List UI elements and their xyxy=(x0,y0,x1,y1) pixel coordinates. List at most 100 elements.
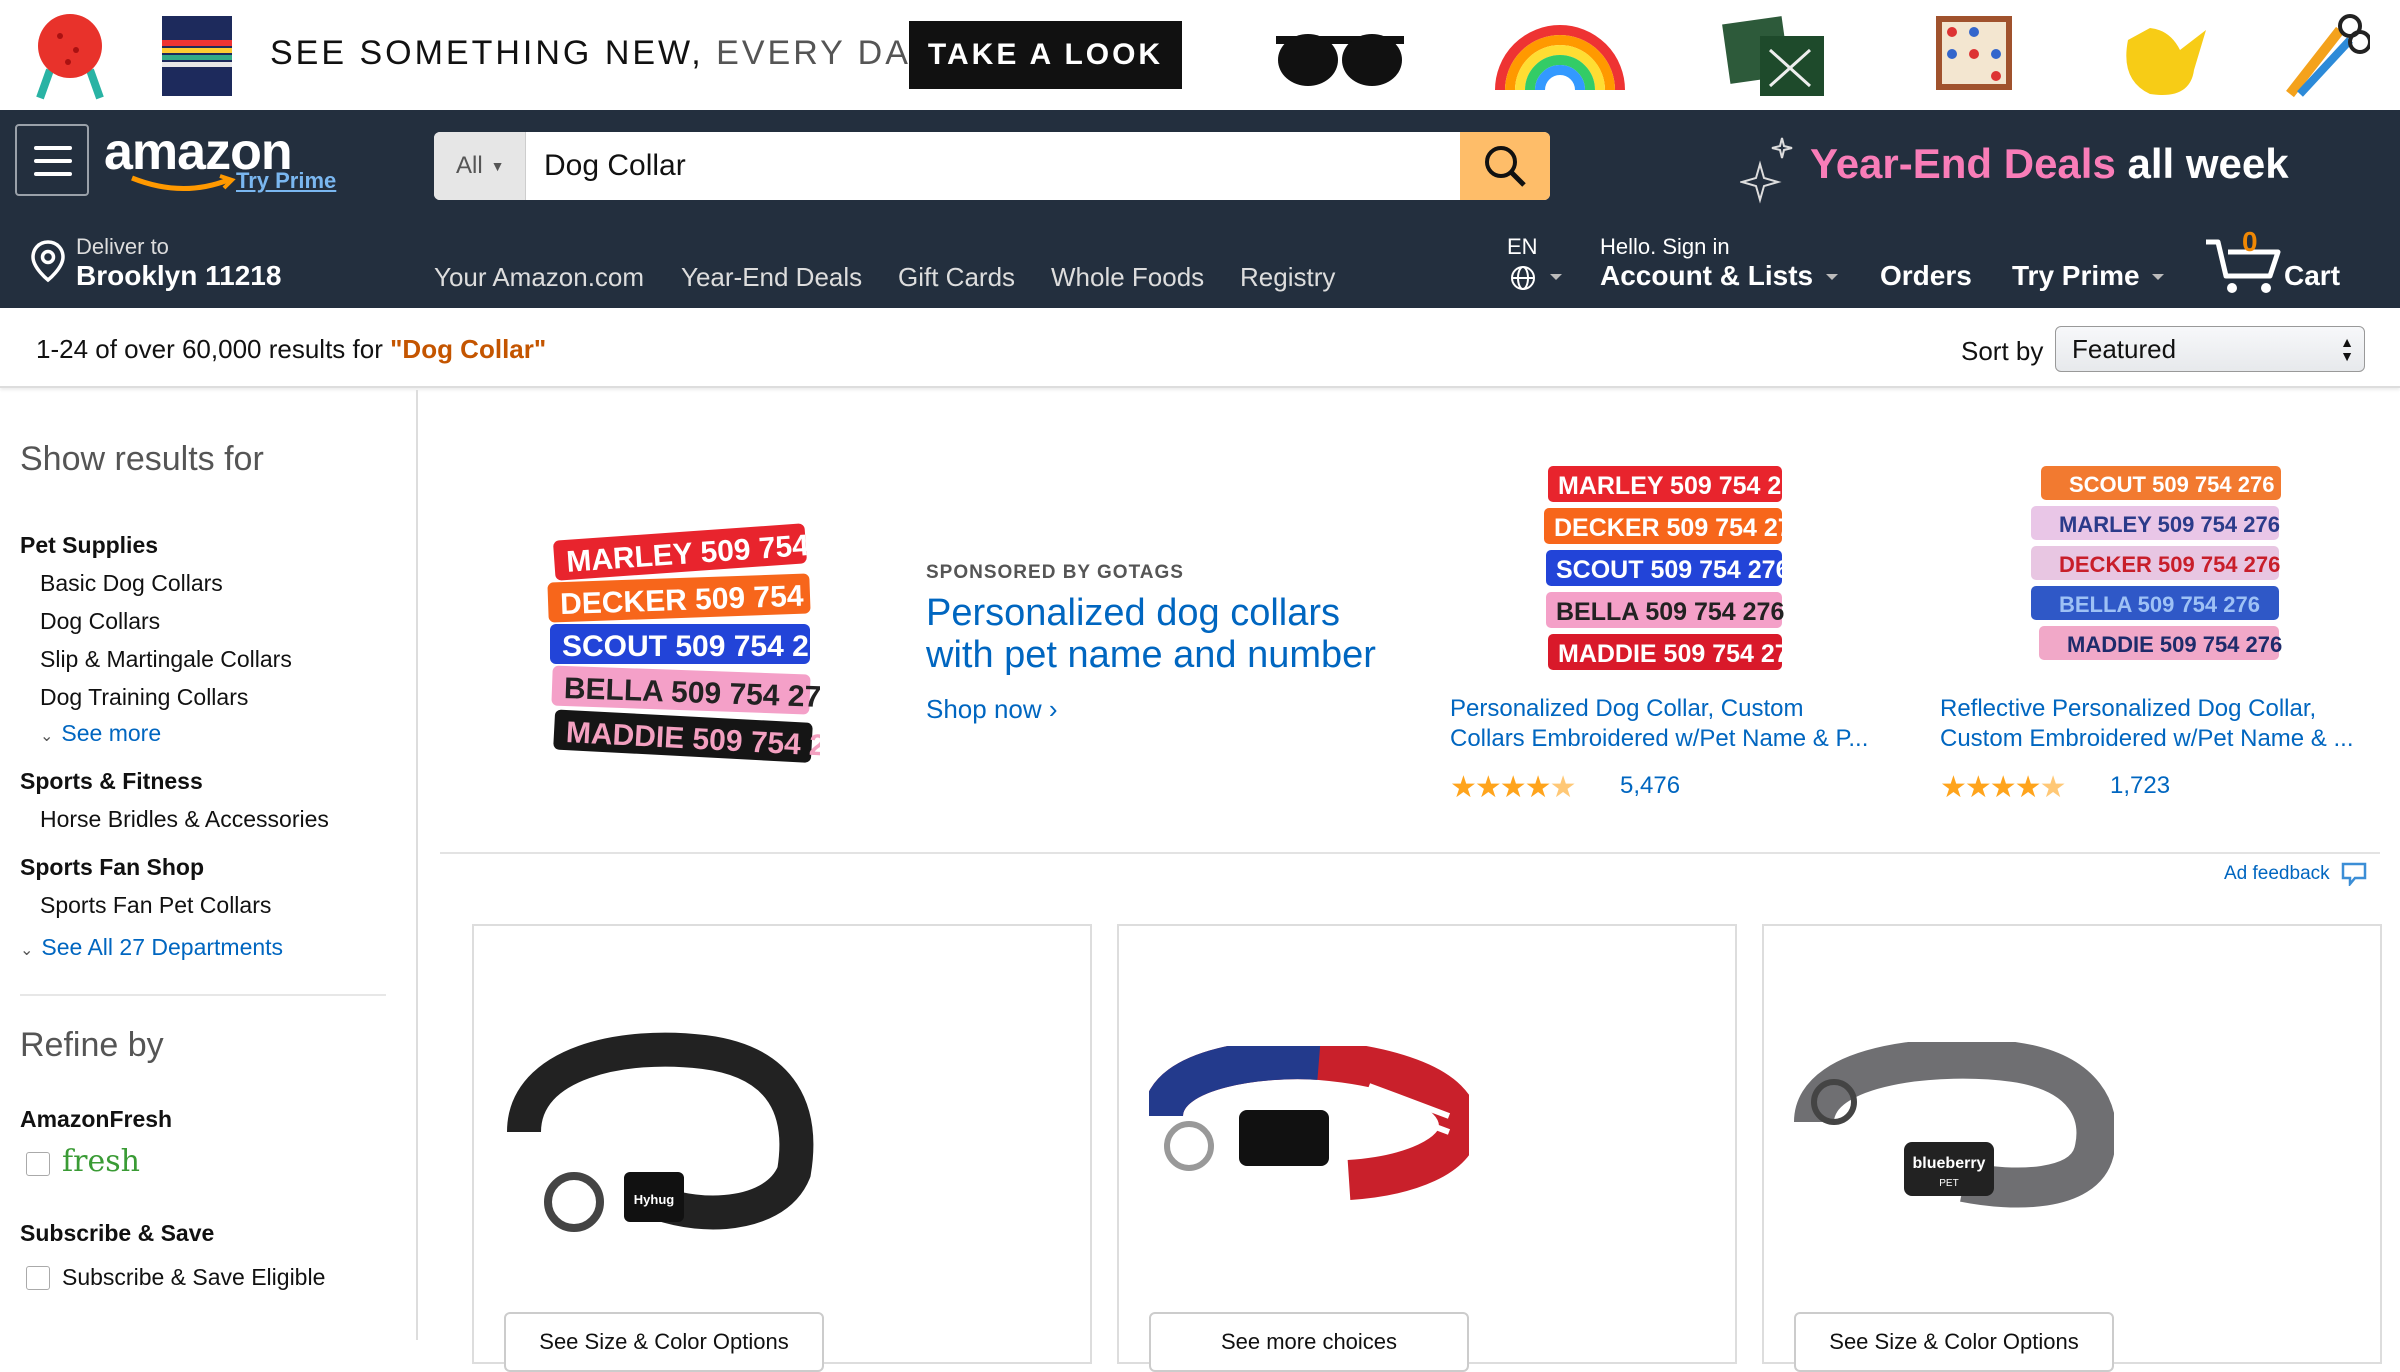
ad-headline[interactable]: Personalized dog collars with pet name an… xyxy=(926,592,1376,676)
collar-label: MADDIE 509 754 276 xyxy=(2067,632,2282,657)
hello-sign-in: Hello. Sign in xyxy=(1600,234,1730,259)
chevron-down-icon: ⌄ xyxy=(40,728,54,745)
sports-fitness-heading[interactable]: Sports & Fitness xyxy=(20,768,203,795)
filter-basic-dog-collars[interactable]: Basic Dog Collars xyxy=(40,570,223,597)
nav-year-end-deals[interactable]: Year-End Deals xyxy=(681,262,862,293)
refine-by-heading: Refine by xyxy=(20,1026,164,1064)
account-lists-menu[interactable]: Account & Lists xyxy=(1600,260,1813,292)
product-image-flag-collar[interactable] xyxy=(1149,1046,1469,1206)
sports-fan-shop-heading[interactable]: Sports Fan Shop xyxy=(20,854,204,881)
more-choices-button[interactable]: See more choices xyxy=(1149,1312,1469,1372)
ad-product-title-2[interactable]: Reflective Personalized Dog Collar, Custo… xyxy=(1940,694,2380,754)
size-color-options-button[interactable]: See Size & Color Options xyxy=(1794,1312,2114,1372)
collar-label: MARLEY 509 754 276 xyxy=(2059,512,2280,537)
amazonfresh-heading: AmazonFresh xyxy=(20,1106,173,1132)
search-button[interactable] xyxy=(1460,132,1550,200)
review-count-2[interactable]: 1,723 xyxy=(2110,772,2170,800)
ad-product-image-2[interactable]: SCOUT 509 754 276 MARLEY 509 754 276 DEC… xyxy=(2025,458,2295,678)
sort-by-label: Sort by xyxy=(1961,336,2044,366)
pet-supplies-heading[interactable]: Pet Supplies xyxy=(20,532,158,559)
show-results-heading: Show results for xyxy=(20,440,264,478)
collar-label: MARLEY 509 754 276 xyxy=(1558,472,1790,500)
cart-count-badge: 0 xyxy=(2242,226,2258,257)
pillows-icon xyxy=(1722,16,1824,96)
speech-bubble-icon xyxy=(2341,862,2367,888)
cart-link[interactable]: Cart xyxy=(2284,260,2340,292)
nav-registry[interactable]: Registry xyxy=(1240,262,1335,293)
product-image-gray-collar[interactable]: blueberry PET xyxy=(1794,1042,2114,1212)
search-category-dropdown[interactable]: All ▼ xyxy=(434,132,526,200)
subscribe-save-eligible-label[interactable]: Subscribe & Save Eligible xyxy=(62,1264,325,1291)
brand-sub-label: PET xyxy=(1939,1178,1958,1189)
filter-horse-bridles[interactable]: Horse Bridles & Accessories xyxy=(40,806,329,833)
sponsored-collars-image[interactable]: MARLEY 509 754 276 DECKER 509 754 276 SC… xyxy=(540,520,820,770)
sort-select[interactable]: Featured ▲ ▼ xyxy=(2055,326,2365,372)
product-card-2[interactable]: See more choices xyxy=(1117,924,1737,1372)
ad-feedback-link[interactable]: Ad feedback xyxy=(2224,862,2367,888)
try-prime-link[interactable]: Try Prime xyxy=(236,168,336,194)
results-info-bar: 1-24 of over 60,000 results for "Dog Col… xyxy=(0,308,2400,388)
results-count: 1-24 of over 60,000 results for "Dog Col… xyxy=(36,334,547,364)
collar-label: MADDIE 509 754 276 xyxy=(1558,640,1790,668)
collar-label: SCOUT 509 754 276 xyxy=(2069,472,2274,497)
connect-four-game-icon xyxy=(1936,16,2012,90)
collar-label: BELLA 509 754 276 xyxy=(2059,592,2260,617)
nav-your-amazon[interactable]: Your Amazon.com xyxy=(434,262,644,293)
promo-tagline: SEE SOMETHING NEW, EVERY DAY. xyxy=(270,34,943,72)
product-card-1[interactable]: Hyhug See Size & Color Options xyxy=(472,924,1092,1372)
brand-label: blueberry xyxy=(1913,1155,1986,1172)
site-header: amazon Try Prime All▼ Year-End Deals all… xyxy=(0,110,2400,308)
promo-banner[interactable]: SEE SOMETHING NEW, EVERY DAY. TAKE A LOO… xyxy=(0,0,2400,110)
star-rating-2[interactable]: ★★★★★ xyxy=(1940,770,2066,805)
review-count-1[interactable]: 5,476 xyxy=(1620,772,1680,800)
year-end-deals-banner[interactable]: Year-End Deals all week xyxy=(1810,140,2289,188)
fresh-logo[interactable]: fresh xyxy=(62,1144,140,1179)
product-card-3[interactable]: blueberry PET See Size & Color Options xyxy=(1762,924,2382,1372)
nav-gift-cards[interactable]: Gift Cards xyxy=(898,262,1015,293)
take-a-look-button[interactable]: TAKE A LOOK xyxy=(909,21,1182,89)
deliver-location[interactable]: Brooklyn 11218 xyxy=(76,260,281,292)
search-icon xyxy=(1485,146,1526,187)
collar-label: DECKER 509 754 276 xyxy=(2059,552,2280,577)
filter-sports-fan-pet-collars[interactable]: Sports Fan Pet Collars xyxy=(40,892,271,919)
sunglasses-icon xyxy=(1276,34,1404,86)
collar-label: DECKER 509 754 276 xyxy=(1554,514,1790,542)
collar-label: SCOUT 509 754 276 xyxy=(562,630,820,663)
rainbow-icon xyxy=(1495,25,1625,91)
orders-link[interactable]: Orders xyxy=(1880,260,1972,292)
see-all-departments-link[interactable]: ⌄ See All 27 Departments xyxy=(20,934,283,961)
globe-icon xyxy=(1511,266,1535,290)
nav-whole-foods[interactable]: Whole Foods xyxy=(1051,262,1204,293)
sponsored-label: SPONSORED BY GOTAGS xyxy=(926,562,1184,583)
product-image-black-collar[interactable]: Hyhug xyxy=(504,1022,824,1242)
ad-product-image-1[interactable]: MARLEY 509 754 276 DECKER 509 754 276 SC… xyxy=(1540,458,1790,678)
updown-arrow-icon: ▲ ▼ xyxy=(2340,334,2354,364)
sparkle-icon xyxy=(1740,137,1793,204)
collar-label: BELLA 509 754 276 xyxy=(1556,598,1784,626)
hamburger-menu-button[interactable] xyxy=(15,124,89,196)
size-color-options-button[interactable]: See Size & Color Options xyxy=(504,1312,824,1372)
location-pin-icon xyxy=(31,240,65,283)
filter-dog-training-collars[interactable]: Dog Training Collars xyxy=(40,684,248,711)
brand-label: Hyhug xyxy=(634,1192,675,1207)
language-code[interactable]: EN xyxy=(1507,234,1538,260)
red-ball-toy-icon xyxy=(36,14,104,100)
chevron-down-icon xyxy=(1826,274,1838,280)
star-rating-1[interactable]: ★★★★★ xyxy=(1450,770,1576,805)
chevron-down-icon xyxy=(2152,274,2164,280)
search-input[interactable] xyxy=(526,132,1494,200)
shop-now-link[interactable]: Shop now › xyxy=(926,694,1058,725)
scissors-icon xyxy=(2286,14,2370,98)
ad-product-title-1[interactable]: Personalized Dog Collar, Custom Collars E… xyxy=(1450,694,1890,754)
ad-divider xyxy=(440,852,2380,854)
chevron-right-icon: › xyxy=(1041,694,1058,724)
chevron-down-icon: ⌄ xyxy=(20,942,34,959)
filter-slip-martingale[interactable]: Slip & Martingale Collars xyxy=(40,646,292,673)
fresh-checkbox[interactable] xyxy=(26,1152,50,1176)
filter-dog-collars[interactable]: Dog Collars xyxy=(40,608,160,635)
chevron-down-icon xyxy=(1550,274,1562,280)
subscribe-save-checkbox[interactable] xyxy=(26,1266,50,1290)
see-more-link[interactable]: ⌄ See more xyxy=(40,720,161,747)
try-prime-menu[interactable]: Try Prime xyxy=(2012,260,2140,292)
collar-label: SCOUT 509 754 276 xyxy=(1556,556,1789,584)
